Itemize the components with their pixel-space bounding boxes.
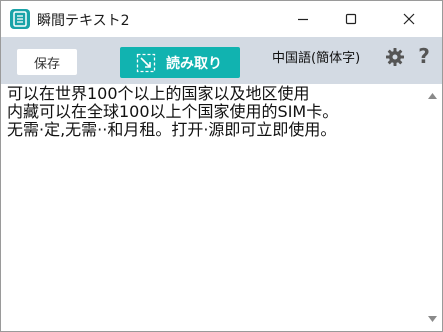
arrow-up-icon xyxy=(428,93,437,99)
scroll-down-button[interactable] xyxy=(423,310,442,328)
toolbar: 保存 読み取り 中国語(簡体字) ? xyxy=(1,37,442,84)
language-select[interactable]: 中国語(簡体字) xyxy=(272,47,360,66)
text-line: 内藏可以在全球100以上个国家使用的SIM卡。 xyxy=(7,102,339,121)
app-window: 瞬間テキスト2 保存 読み取り 中国語(簡体字) ? 可以在世界100个以上的国… xyxy=(0,0,443,332)
notepad-icon xyxy=(10,9,30,29)
help-button[interactable]: ? xyxy=(414,43,434,69)
read-button[interactable]: 読み取り xyxy=(120,47,240,78)
scroll-track[interactable] xyxy=(426,106,439,306)
read-button-label: 読み取り xyxy=(166,55,222,72)
window-title: 瞬間テキスト2 xyxy=(37,13,130,29)
close-icon xyxy=(403,13,415,25)
settings-button[interactable] xyxy=(384,46,406,68)
arrow-down-icon xyxy=(428,316,437,322)
screen-capture-icon xyxy=(136,53,156,73)
close-button[interactable] xyxy=(386,1,432,37)
scroll-up-button[interactable] xyxy=(423,87,442,105)
text-line: 可以在世界100个以上的国家以及地区使用 xyxy=(7,84,310,103)
vertical-scrollbar[interactable] xyxy=(423,84,442,331)
text-line: 无需·定,无需··和月租。打开·源即可立即使用。 xyxy=(7,120,337,139)
maximize-button[interactable] xyxy=(328,1,374,37)
text-area[interactable]: 可以在世界100个以上的国家以及地区使用 内藏可以在全球100以上个国家使用的S… xyxy=(1,84,421,331)
gear-icon xyxy=(386,48,404,66)
title-bar: 瞬間テキスト2 xyxy=(1,1,442,37)
maximize-icon xyxy=(345,13,357,25)
save-button[interactable]: 保存 xyxy=(17,49,77,75)
minimize-button[interactable] xyxy=(280,1,326,37)
minimize-icon xyxy=(298,18,308,21)
